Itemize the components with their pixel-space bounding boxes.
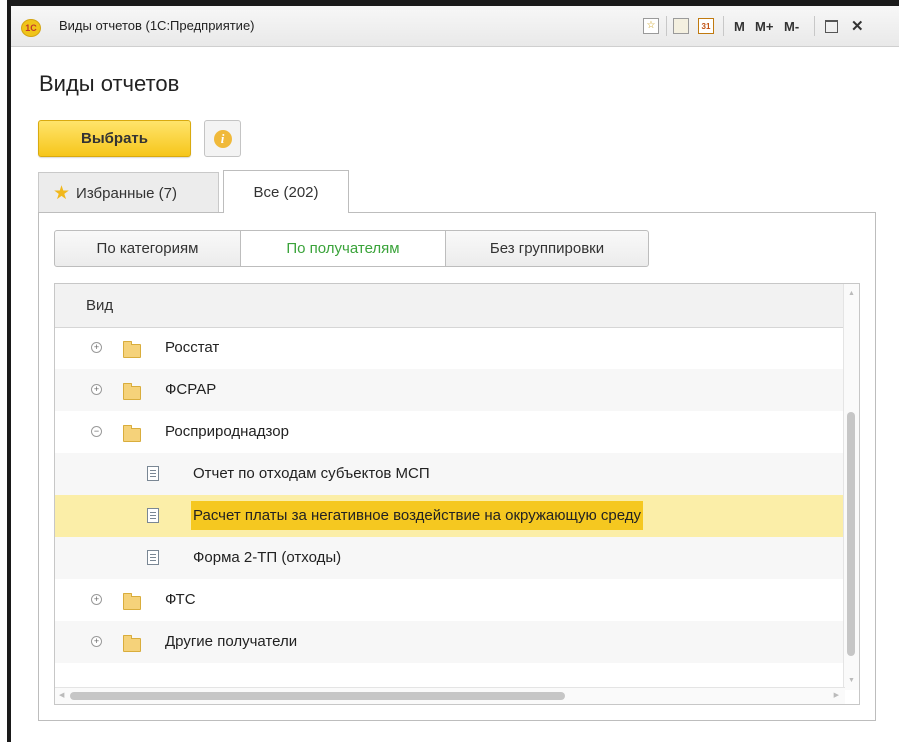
table-row[interactable]: + ФСРАР	[55, 369, 845, 411]
row-label: ФСРАР	[165, 381, 217, 398]
document-icon	[147, 508, 159, 523]
report-types-table[interactable]: Вид + Росстат + ФСРАР − Росприроднадзор	[54, 283, 860, 705]
table-row[interactable]: + Росстат	[55, 327, 845, 369]
folder-icon	[123, 425, 141, 442]
info-icon: i	[213, 129, 232, 148]
report-types-window: 1С Виды отчетов (1С:Предприятие) ☆ 31 M …	[11, 6, 899, 742]
tab-favorites-label: Избранные (7)	[76, 184, 178, 202]
memory-m-button[interactable]: M	[734, 17, 745, 35]
memory-minus-button[interactable]: M-	[784, 17, 799, 35]
row-label: Отчет по отходам субъектов МСП	[193, 465, 430, 482]
folder-icon	[123, 593, 141, 610]
star-icon: ★	[53, 182, 71, 204]
table-row[interactable]: − Росприроднадзор	[55, 411, 845, 453]
info-button[interactable]: i	[204, 120, 241, 157]
folder-icon	[123, 635, 141, 652]
group-by-recipient-button[interactable]: По получателям	[240, 230, 446, 267]
toolbar-separator	[814, 16, 815, 36]
memory-plus-button[interactable]: M+	[755, 17, 773, 35]
calendar-icon[interactable]: 31	[698, 17, 714, 35]
scroll-up-icon[interactable]: ▲	[848, 290, 855, 297]
expand-icon[interactable]: +	[91, 384, 102, 395]
table-row[interactable]: + ФТС	[55, 579, 845, 621]
toolbar-separator	[723, 16, 724, 36]
document-icon	[147, 550, 159, 565]
expand-icon[interactable]: +	[91, 594, 102, 605]
table-row[interactable]: Отчет по отходам субъектов МСП	[55, 453, 845, 495]
table-row[interactable]: Форма 2-ТП (отходы)	[55, 537, 845, 579]
scroll-right-icon[interactable]: ▶	[834, 691, 839, 699]
tab-all[interactable]: Все (202)	[223, 170, 349, 213]
horizontal-scrollbar[interactable]: ◀ ▶	[55, 687, 845, 704]
scroll-left-icon[interactable]: ◀	[59, 691, 64, 699]
row-label: Расчет платы за негативное воздействие н…	[191, 501, 644, 530]
column-header-label: Вид	[86, 297, 114, 314]
select-button[interactable]: Выбрать	[38, 120, 191, 157]
folder-icon	[123, 341, 141, 358]
horizontal-scroll-thumb[interactable]	[70, 692, 565, 700]
app-logo-icon: 1С	[21, 19, 41, 37]
window-frame-left	[0, 0, 11, 742]
row-label: Росприроднадзор	[165, 423, 289, 440]
favorites-star-icon[interactable]: ☆	[643, 17, 659, 35]
row-label: ФТС	[165, 591, 196, 608]
tab-favorites[interactable]: ★ Избранные (7)	[38, 172, 219, 213]
scroll-down-icon[interactable]: ▼	[848, 677, 855, 684]
table-row-selected[interactable]: Расчет платы за негативное воздействие н…	[55, 495, 845, 537]
expand-icon[interactable]: +	[91, 636, 102, 647]
vertical-scrollbar[interactable]: ▲ ▼	[843, 284, 859, 690]
no-grouping-button[interactable]: Без группировки	[445, 230, 649, 267]
row-label: Форма 2-ТП (отходы)	[193, 549, 342, 566]
row-label: Другие получатели	[165, 633, 298, 650]
window-title: Виды отчетов (1С:Предприятие)	[59, 18, 255, 33]
column-header[interactable]: Вид	[55, 284, 845, 328]
folder-icon	[123, 383, 141, 400]
vertical-scroll-thumb[interactable]	[847, 412, 855, 656]
page-title: Виды отчетов	[39, 71, 180, 96]
maximize-icon[interactable]	[825, 17, 838, 35]
calculator-icon[interactable]	[673, 17, 689, 35]
tab-all-label: Все (202)	[253, 183, 319, 201]
document-icon	[147, 466, 159, 481]
form-content: Виды отчетов Выбрать i ★ Избранные (7) В…	[11, 47, 899, 742]
title-bar: 1С Виды отчетов (1С:Предприятие) ☆ 31 M …	[11, 6, 899, 47]
expand-icon[interactable]: +	[91, 342, 102, 353]
close-icon[interactable]: ✕	[851, 17, 864, 35]
row-label: Росстат	[165, 339, 220, 356]
collapse-icon[interactable]: −	[91, 426, 102, 437]
toolbar-separator	[666, 16, 667, 36]
table-row[interactable]: + Другие получатели	[55, 621, 845, 663]
group-by-category-button[interactable]: По категориям	[54, 230, 241, 267]
